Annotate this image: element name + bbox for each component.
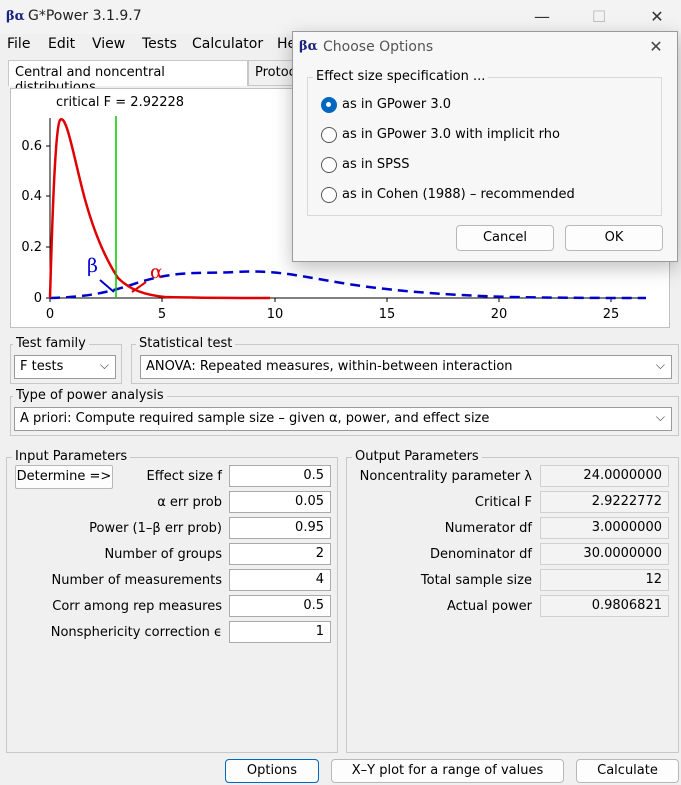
numerator-df-label: Numerator df [444, 521, 532, 536]
actual-power-value: 0.9806821 [540, 595, 669, 617]
chevron-down-icon: ⌵ [99, 358, 109, 372]
menu-edit[interactable]: Edit [48, 36, 75, 52]
groups-input[interactable]: 2 [229, 543, 331, 565]
x-tick-label: 15 [379, 307, 396, 322]
maximize-button[interactable]: ☐ [576, 4, 622, 30]
radio-cohen[interactable] [321, 187, 337, 203]
power-analysis-value: A priori: Compute required sample size –… [20, 411, 490, 426]
statistical-test-select[interactable]: ANOVA: Repeated measures, within-between… [140, 355, 672, 379]
power-analysis-select[interactable]: A priori: Compute required sample size –… [14, 407, 672, 431]
tab-distributions[interactable]: Central and noncentral distributions [8, 60, 248, 95]
nonsphericity-input[interactable]: 1 [229, 621, 331, 643]
radio-spss-label: as in SPSS [342, 157, 410, 172]
total-sample-label: Total sample size [420, 573, 532, 588]
dialog-title: Choose Options [323, 39, 434, 55]
menu-tests[interactable]: Tests [142, 36, 177, 52]
effect-size-input[interactable]: 0.5 [229, 465, 331, 487]
menu-calculator[interactable]: Calculator [192, 36, 263, 52]
beta-label: β [87, 255, 98, 277]
window-title: G*Power 3.1.9.7 [28, 8, 142, 24]
measurements-label: Number of measurements [51, 573, 223, 588]
y-tick-label: 0 [34, 291, 42, 306]
power-input[interactable]: 0.95 [229, 517, 331, 539]
total-sample-value: 12 [540, 569, 669, 591]
power-analysis-label: Type of power analysis [13, 388, 167, 403]
measurements-input[interactable]: 4 [229, 569, 331, 591]
menu-file[interactable]: File [7, 36, 30, 52]
alpha-err-input[interactable]: 0.05 [229, 491, 331, 513]
output-parameters-title: Output Parameters [352, 449, 482, 464]
menu-view[interactable]: View [92, 36, 125, 52]
beta-marker [99, 279, 115, 293]
gpower-logo-icon: βα [6, 9, 25, 24]
power-label: Power (1–β err prob) [89, 521, 222, 536]
actual-power-label: Actual power [446, 599, 532, 614]
corr-input[interactable]: 0.5 [229, 595, 331, 617]
calculate-button[interactable]: Calculate [576, 759, 679, 783]
y-tick-label: 0.6 [21, 139, 42, 154]
minimize-button[interactable]: — [519, 4, 565, 30]
denominator-df-value: 30.0000000 [540, 543, 669, 565]
radio-cohen-label: as in Cohen (1988) – recommended [342, 187, 575, 202]
gpower-logo-icon: βα [299, 39, 318, 54]
radio-gpower30[interactable] [321, 97, 337, 113]
x-tick-label: 20 [491, 307, 508, 322]
noncentrality-value: 24.0000000 [540, 465, 669, 487]
statistical-test-label: Statistical test [136, 336, 236, 351]
y-tick-label: 0.4 [21, 189, 42, 204]
critical-f-out-label: Critical F [474, 495, 532, 510]
critical-f-value: 2.9222772 [540, 491, 669, 513]
chevron-down-icon: ⌵ [655, 410, 665, 424]
test-family-value: F tests [20, 359, 64, 374]
noncentrality-label: Noncentrality parameter λ [359, 469, 532, 484]
alpha-label: α [150, 261, 163, 283]
noncentral-distribution-curve [49, 270, 647, 300]
xy-plot-button[interactable]: X–Y plot for a range of values [331, 759, 564, 783]
radio-spss[interactable] [321, 157, 337, 173]
x-tick-label: 25 [603, 307, 620, 322]
dialog-ok-button[interactable]: OK [565, 225, 663, 251]
corr-label: Corr among rep measures [52, 599, 222, 614]
radio-gpower30-rho-label: as in GPower 3.0 with implicit rho [342, 127, 560, 142]
dialog-cancel-button[interactable]: Cancel [456, 225, 554, 251]
effect-size-spec-label: Effect size specification ... [313, 69, 489, 84]
numerator-df-value: 3.0000000 [540, 517, 669, 539]
radio-gpower30-label: as in GPower 3.0 [342, 97, 452, 112]
test-family-select[interactable]: F tests ⌵ [14, 355, 116, 379]
nonsphericity-label: Nonsphericity correction ϵ [50, 625, 222, 640]
statistical-test-value: ANOVA: Repeated measures, within-between… [146, 359, 513, 374]
input-parameters-title: Input Parameters [12, 449, 131, 464]
x-tick-label: 5 [158, 307, 166, 322]
alpha-err-label: α err prob [157, 495, 222, 510]
groups-label: Number of groups [104, 547, 222, 562]
dialog-close-icon[interactable]: ✕ [641, 35, 671, 59]
x-tick-label: 0 [46, 307, 54, 322]
x-tick-label: 10 [267, 307, 284, 322]
test-family-label: Test family [13, 336, 89, 351]
y-tick-label: 0.2 [21, 240, 42, 255]
choose-options-dialog: βα Choose Options ✕ Effect size specific… [292, 31, 678, 262]
denominator-df-label: Denominator df [429, 547, 532, 562]
chevron-down-icon: ⌵ [655, 358, 665, 372]
radio-gpower30-rho[interactable] [321, 127, 337, 143]
close-button[interactable]: ✕ [634, 4, 680, 30]
effect-size-label: Effect size f [146, 469, 222, 484]
options-button[interactable]: Options [225, 759, 319, 783]
